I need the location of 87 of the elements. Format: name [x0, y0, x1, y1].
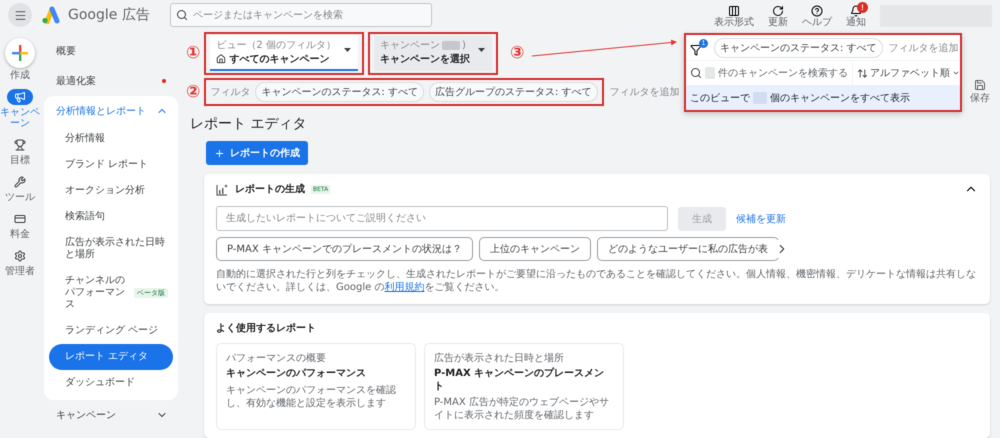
rail-item[interactable]: ツール — [0, 174, 40, 203]
notification-badge: ! — [857, 2, 868, 12]
nav-item[interactable]: 最適化案 — [44, 66, 174, 96]
card-title: レポートの生成 — [235, 182, 305, 196]
sort-button[interactable]: アルファベット順 — [857, 66, 960, 80]
view-dropdown[interactable]: ビュー（2 個のフィルタ） すべてのキャンペーン — [210, 36, 358, 71]
nav-item[interactable]: オークション分析 — [44, 178, 178, 204]
suggestion-chip[interactable]: P-MAX キャンペーンでのプレースメントの状況は？ — [216, 237, 473, 261]
refresh-button[interactable]: 更新 — [768, 4, 788, 28]
dropdown-value: すべてのキャンペーン — [229, 53, 330, 66]
product-name: Google 広告 — [68, 6, 150, 24]
bell-button[interactable]: ! 通知 — [846, 4, 866, 28]
nav-item-label: チャンネルのパフォーマンス — [65, 275, 126, 311]
nav-group-header[interactable]: 分析情報とレポート — [44, 96, 178, 126]
rail-item[interactable]: 管理者 — [0, 248, 40, 277]
report-title: P-MAX キャンペーンのプレースメント — [434, 368, 606, 393]
redacted-block — [705, 67, 715, 79]
plus-icon — [11, 44, 29, 62]
refresh-suggestions-link[interactable]: 候補を更新 — [736, 212, 786, 226]
help-button[interactable]: ヘルプ — [802, 4, 832, 28]
prompt-field[interactable]: 生成したいレポートについてご説明ください — [216, 206, 668, 231]
nav-item[interactable]: ブランド レポート — [44, 152, 178, 178]
suggestion-chip[interactable]: 上位のキャンペーン — [478, 237, 591, 261]
layout-button[interactable]: 表示形式 — [714, 4, 754, 28]
trophy-icon — [14, 139, 26, 151]
report-card[interactable]: パフォーマンスの概要 キャンペーンのパフォーマンス キャンペーンのパフォーマンスを確認し、有効な機能と設定を表示します — [216, 343, 416, 430]
megaphone-icon — [14, 91, 26, 103]
rail-item[interactable]: 目標 — [0, 137, 40, 166]
caret-icon — [952, 69, 960, 77]
wrench-icon — [14, 176, 26, 188]
terms-link[interactable]: 利用規約 — [384, 282, 424, 292]
filter-chip[interactable]: キャンペーンのステータス: すべて — [714, 38, 883, 58]
card-icon — [14, 213, 26, 225]
filter-chip[interactable]: キャンペーンのステータス: すべて — [255, 82, 424, 102]
report-description: P-MAX 広告が特定のウェブページやサイトに表示された頻度を確認します — [434, 396, 610, 422]
report-category: パフォーマンスの概要 — [226, 352, 327, 365]
refresh-icon — [772, 4, 784, 16]
disclaimer-text: 自動的に選択された行と列をチェックし、生成されたレポートがご要望に沿ったものであることを確認してください。個人情報、機密情報、デリケートな情報は共有しないでください。詳しくは、Google の利用規約をご覧ください。 — [216, 269, 977, 294]
add-filter-link[interactable]: フィルタを追加 — [886, 40, 961, 54]
nav-item[interactable]: ランディング ページ — [44, 318, 178, 344]
menu-icon — [14, 8, 26, 22]
plus-icon — [214, 148, 225, 158]
rail-item[interactable]: キャンペーン — [0, 89, 40, 129]
dropdown-label: キャンペーン — [380, 39, 440, 52]
save-button[interactable]: 保存 — [970, 79, 990, 105]
caret-icon — [478, 48, 485, 52]
chart-sparkle-icon — [216, 182, 229, 196]
home-icon — [216, 54, 226, 64]
create-report-button[interactable]: レポートの作成 — [206, 141, 308, 165]
search-icon — [690, 67, 702, 79]
nav-item[interactable]: 分析情報 — [44, 126, 178, 152]
redacted-block — [442, 40, 460, 50]
annotation-number: ① — [186, 45, 200, 62]
sort-icon — [857, 68, 868, 78]
search-icon — [176, 9, 188, 21]
layout-icon — [728, 4, 740, 16]
report-title: キャンペーンのパフォーマンス — [226, 368, 367, 380]
settings-icon — [14, 250, 26, 262]
save-icon — [974, 79, 986, 91]
nav-item[interactable]: ダッシュボード — [44, 370, 178, 396]
option-text: このビューで — [690, 92, 750, 104]
dropdown-label: ) — [462, 40, 466, 50]
nav-item[interactable]: レポート エディタ — [49, 344, 173, 370]
nav-item[interactable]: 検索語句 — [44, 204, 178, 230]
card-title: よく使用するレポート — [216, 322, 317, 335]
menu-button[interactable] — [8, 3, 32, 27]
page-title: レポート エディタ — [190, 115, 308, 133]
nav-group-header[interactable]: キャンペーン — [44, 400, 178, 430]
help-icon — [811, 4, 823, 16]
logo-icon — [40, 6, 60, 24]
report-card[interactable]: 広告が表示された日時と場所 P-MAX キャンペーンのプレースメント P-MAX 広告が特定のウェブページやサイトに表示された頻度を確認します — [424, 343, 624, 430]
campaign-dropdown[interactable]: キャンペーン ) キャンペーンを選択 — [374, 36, 492, 71]
nav-item[interactable]: 概要 — [44, 36, 174, 66]
filter-icon — [690, 44, 702, 56]
report-category: 広告が表示された日時と場所 — [434, 352, 565, 365]
bell-icon — [850, 4, 862, 16]
annotation-number: ② — [186, 84, 200, 100]
option-text: 個のキャンペーンをすべて表示 — [770, 92, 910, 104]
search-field[interactable]: ページまたはキャンペーンを検索 — [170, 3, 432, 27]
rail-item[interactable]: 料金 — [0, 211, 40, 240]
filter-label: フィルタ — [210, 86, 250, 99]
report-description: キャンペーンのパフォーマンスを確認し、有効な機能と設定を表示します — [226, 384, 397, 410]
nav-item[interactable]: 広告が表示された日時と場所 — [44, 230, 178, 268]
suggestion-chip[interactable]: どのようなユーザーに私の広告が表 — [596, 237, 779, 261]
filter-chip[interactable]: 広告グループのステータス: すべて — [428, 82, 598, 102]
annotation-number: ③ — [510, 45, 524, 62]
caret-icon — [344, 48, 351, 52]
